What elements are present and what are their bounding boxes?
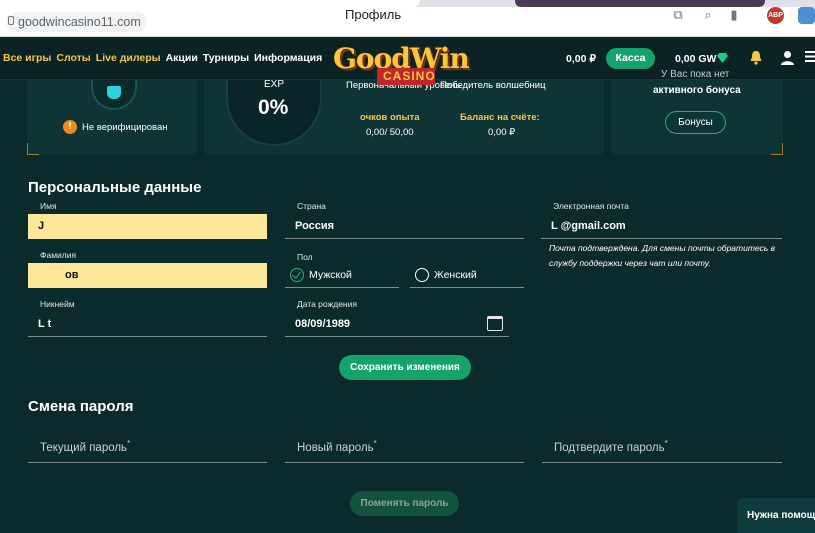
first-name-field[interactable]: J — [28, 214, 267, 239]
nav-promotions[interactable]: Акции — [166, 52, 198, 64]
nav-tournaments[interactable]: Турниры — [203, 52, 249, 64]
account-balance-value: 0,00 ₽ — [488, 127, 516, 138]
exp-points-value: 0,00/ 50,00 — [366, 127, 414, 138]
browser-inactive-tab[interactable] — [515, 0, 765, 7]
exp-label: EXP — [264, 79, 285, 90]
corner-ornament — [27, 143, 39, 155]
main-menu: Все игры Слоты Live дилеры Акции Турниры… — [3, 52, 322, 64]
nickname-value: L t — [38, 318, 52, 330]
gem-icon — [107, 86, 121, 99]
last-name-field[interactable]: ов — [28, 263, 267, 288]
email-value: L @gmail.com — [551, 220, 626, 232]
calendar-icon[interactable] — [487, 316, 503, 331]
site-logo[interactable]: GoodWin CASINO — [333, 42, 478, 90]
translate-icon[interactable]: ⧉ — [671, 8, 685, 22]
change-password-button[interactable]: Поменять пароль — [350, 491, 459, 516]
no-bonus-text: У Вас пока нет — [661, 69, 730, 80]
last-name-label: Фамилия — [40, 250, 77, 260]
radio-unchecked-icon[interactable] — [415, 268, 429, 282]
bell-icon[interactable] — [749, 50, 763, 65]
required-mark: * — [373, 439, 377, 448]
personal-data-heading: Персональные данные — [28, 179, 202, 196]
warning-icon: ! — [63, 120, 77, 134]
diamond-icon — [717, 53, 728, 63]
browser-page-title: Профиль — [345, 7, 402, 22]
birthdate-field[interactable]: 08/09/1989 — [285, 312, 509, 337]
corner-ornament — [771, 143, 783, 155]
country-value: Россия — [295, 220, 335, 232]
adblock-icon[interactable]: ABP — [767, 7, 784, 24]
email-label: Электронная почта — [553, 201, 629, 211]
gender-female-label: Женский — [434, 269, 477, 281]
url-field[interactable]: goodwincasino11.com — [6, 12, 147, 32]
birthdate-label: Дата рождения — [297, 299, 357, 309]
new-password-input[interactable]: Новый пароль* — [285, 435, 524, 463]
email-field: L @gmail.com — [541, 214, 782, 239]
exp-points-label: очков опыта — [360, 112, 420, 123]
change-password-heading: Смена пароля — [28, 398, 134, 415]
new-password-placeholder: Новый пароль — [297, 441, 374, 454]
gender-male-option[interactable]: Мужской — [285, 263, 399, 288]
nav-all-games[interactable]: Все игры — [3, 52, 51, 64]
current-password-placeholder: Текущий пароль — [40, 441, 128, 454]
last-name-value: ов — [65, 269, 79, 281]
support-chat-button[interactable]: Нужна помощь? — [737, 498, 815, 533]
header-balance: 0,00 ₽ — [566, 53, 597, 65]
gw-balance: 0,00 GW — [675, 53, 717, 65]
gender-female-option[interactable]: Женский — [410, 263, 524, 288]
user-icon[interactable] — [780, 50, 795, 65]
browser-tab-strip — [0, 0, 815, 7]
exp-value: 0% — [258, 96, 289, 119]
confirm-password-input[interactable]: Подтвердите пароль* — [542, 435, 782, 463]
radio-checked-icon[interactable] — [290, 268, 304, 282]
required-mark: * — [664, 439, 668, 448]
account-balance-label: Баланс на счёте: — [460, 112, 540, 123]
extension-icon[interactable] — [798, 7, 815, 24]
first-name-value: J — [38, 220, 45, 232]
logo-subtext: CASINO — [383, 69, 436, 83]
country-label: Страна — [297, 201, 326, 211]
browser-address-bar: goodwincasino11.com — [0, 7, 815, 37]
email-confirmed-note: Почта подтверждена. Для смены почты обра… — [549, 243, 776, 268]
url-text: goodwincasino11.com — [18, 15, 141, 29]
nickname-label: Никнейм — [40, 299, 75, 309]
browser-active-tab[interactable] — [0, 0, 420, 7]
no-bonus-text-2: активного бонуса — [653, 85, 741, 96]
nav-info[interactable]: Информация — [254, 52, 322, 64]
save-changes-button[interactable]: Сохранить изменения — [339, 355, 471, 380]
nav-live-dealers[interactable]: Live дилеры — [96, 52, 161, 64]
gender-male-label: Мужской — [309, 269, 352, 281]
nickname-field[interactable]: L t — [28, 312, 267, 337]
gender-label: Пол — [297, 252, 313, 262]
bonuses-button[interactable]: Бонусы — [665, 111, 726, 134]
verification-status: Не верифицирован — [82, 122, 168, 133]
first-name-label: Имя — [40, 201, 57, 211]
required-mark: * — [127, 439, 131, 448]
lock-icon — [8, 16, 14, 25]
nav-slots[interactable]: Слоты — [56, 52, 90, 64]
current-password-input[interactable]: Текущий пароль* — [28, 435, 267, 463]
cashier-button[interactable]: Касса — [606, 48, 655, 69]
search-icon[interactable]: ⌕ — [701, 8, 715, 22]
bookmark-icon[interactable]: ▮ — [727, 8, 741, 22]
birthdate-value: 08/09/1989 — [295, 318, 351, 330]
menu-icon[interactable] — [805, 50, 815, 63]
confirm-password-placeholder: Подтвердите пароль — [554, 441, 665, 454]
country-field[interactable]: Россия — [285, 214, 524, 239]
